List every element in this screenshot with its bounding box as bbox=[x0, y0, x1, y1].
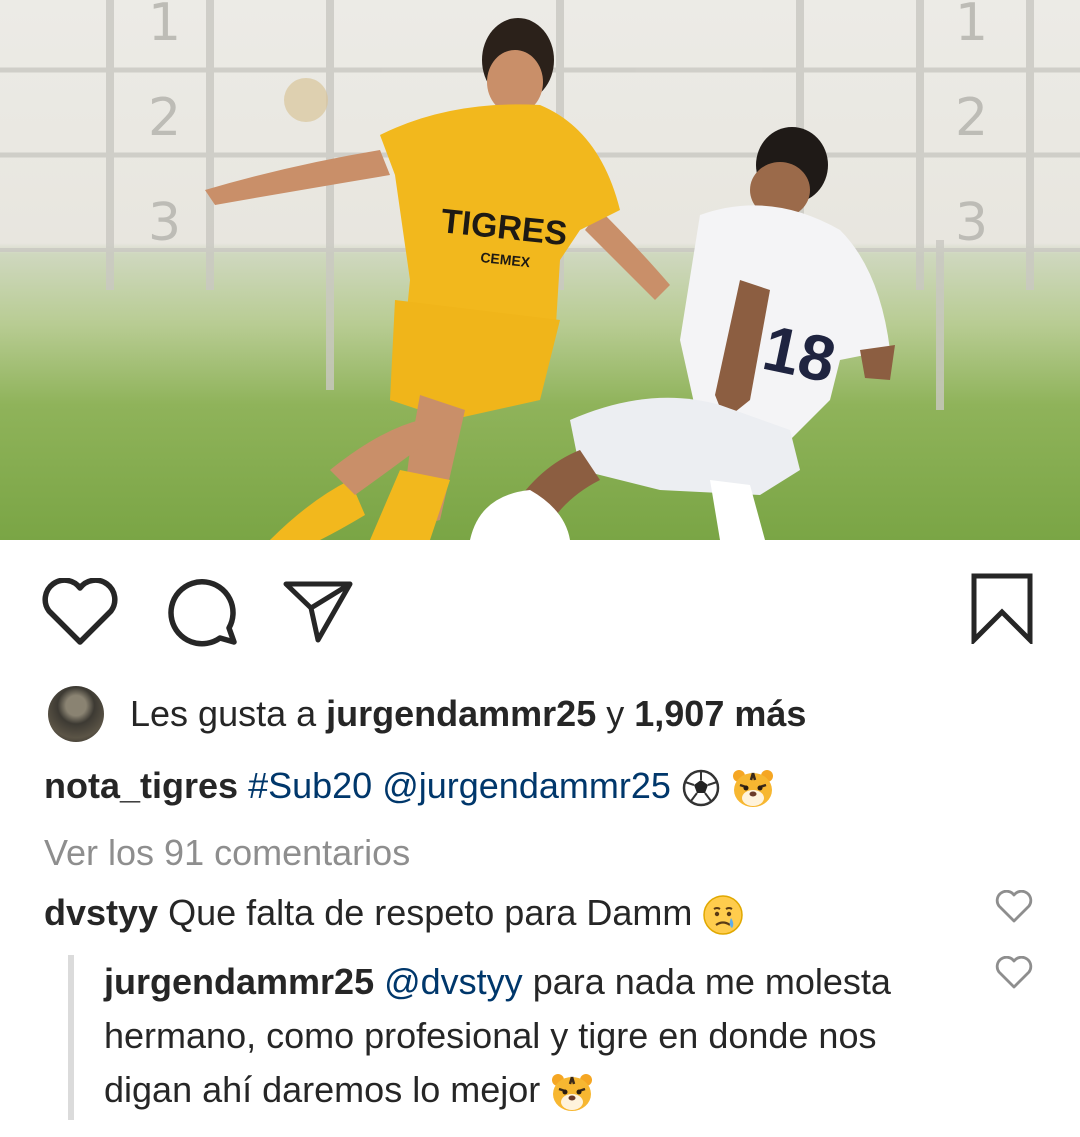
likes-prefix: Les gusta a bbox=[130, 693, 327, 734]
view-all-comments-link[interactable]: Ver los 91 comentarios bbox=[44, 830, 410, 876]
post-caption: nota_tigres #Sub20 @jurgendammr25 bbox=[44, 762, 775, 810]
board-number-top-left: 1 bbox=[148, 0, 181, 53]
soccer-match-illustration: 1 2 3 1 2 3 TIGRES CEMEX 18 bbox=[0, 0, 1080, 540]
board-number-bottom-left: 3 bbox=[148, 193, 181, 253]
caption-mention[interactable]: @jurgendammr25 bbox=[382, 765, 671, 806]
liker-username[interactable]: jurgendammr25 bbox=[326, 693, 596, 734]
reply-item: jurgendammr25 @dvstyy para nada me moles… bbox=[104, 955, 944, 1117]
caption-hashtag[interactable]: #Sub20 bbox=[248, 765, 372, 806]
board-number-mid-right: 2 bbox=[955, 88, 988, 148]
board-number-bottom-right: 3 bbox=[955, 193, 988, 253]
post-photo[interactable]: 1 2 3 1 2 3 TIGRES CEMEX 18 bbox=[0, 0, 1080, 540]
comment-like-heart-icon[interactable] bbox=[995, 890, 1033, 924]
reply-like-heart-icon[interactable] bbox=[995, 956, 1033, 990]
reply-mention[interactable]: @dvstyy bbox=[384, 961, 523, 1002]
reply-thread-line bbox=[68, 955, 74, 1120]
paper-plane-icon[interactable] bbox=[280, 578, 356, 644]
board-number-mid-left: 2 bbox=[148, 88, 181, 148]
likes-text: Les gusta a jurgendammr25 y 1,907 más bbox=[130, 693, 806, 735]
heart-icon[interactable] bbox=[40, 578, 120, 648]
comment-username[interactable]: dvstyy bbox=[44, 892, 158, 933]
caption-username[interactable]: nota_tigres bbox=[44, 765, 238, 806]
soccer-ball-emoji bbox=[682, 770, 720, 807]
liker-avatar[interactable] bbox=[48, 686, 104, 742]
likes-count[interactable]: 1,907 más bbox=[634, 693, 806, 734]
comment-text: Que falta de respeto para Damm bbox=[168, 892, 693, 933]
jersey-number-text: 18 bbox=[757, 311, 842, 396]
board-number-top-right: 1 bbox=[955, 0, 988, 53]
likes-summary[interactable]: Les gusta a jurgendammr25 y 1,907 más bbox=[48, 685, 806, 743]
likes-middle: y bbox=[596, 693, 635, 734]
comment-bubble-icon[interactable] bbox=[162, 578, 240, 648]
crying-face-emoji bbox=[703, 895, 744, 936]
reply-username[interactable]: jurgendammr25 bbox=[104, 961, 374, 1002]
tiger-face-emoji bbox=[732, 770, 773, 808]
bookmark-icon[interactable] bbox=[970, 572, 1034, 644]
comment-item: dvstyy Que falta de respeto para Damm bbox=[44, 889, 744, 937]
tiger-face-emoji bbox=[552, 1074, 593, 1112]
